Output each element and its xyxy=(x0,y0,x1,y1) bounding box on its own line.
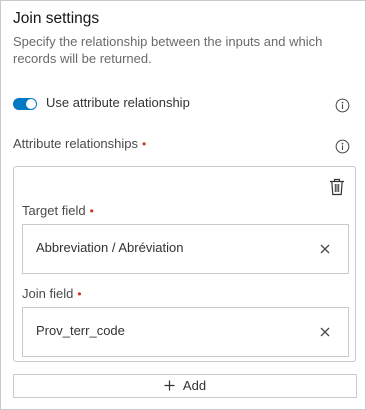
add-button-label: Add xyxy=(182,378,207,393)
toggle-label[interactable]: Use attribute relationship xyxy=(46,95,190,110)
required-marker: • xyxy=(142,137,147,151)
join-settings-panel: Join settings Specify the relationship b… xyxy=(0,0,366,410)
attribute-relationships-label: Attribute relationships • xyxy=(13,136,146,151)
switch-knob xyxy=(26,99,36,109)
info-icon[interactable] xyxy=(335,98,350,113)
join-field-value: Prov_terr_code xyxy=(36,323,125,338)
add-button-content: Add xyxy=(14,378,356,393)
attribute-relationship-toggle-row: Use attribute relationship xyxy=(13,95,353,113)
attribute-relationships-text: Attribute relationships xyxy=(13,136,139,151)
join-field-select[interactable]: Prov_terr_code xyxy=(22,307,349,357)
section-title: Join settings xyxy=(13,10,100,27)
clear-icon[interactable] xyxy=(320,244,330,254)
target-field-label-text: Target field xyxy=(22,203,86,218)
join-field-label: Join field • xyxy=(22,286,82,301)
attribute-relationship-switch[interactable] xyxy=(13,98,37,110)
section-description: Specify the relationship between the inp… xyxy=(13,34,323,66)
trash-icon[interactable] xyxy=(329,178,345,196)
add-button[interactable]: Add xyxy=(13,374,357,398)
clear-icon[interactable] xyxy=(320,327,330,337)
target-field-value: Abbreviation / Abréviation xyxy=(36,240,184,255)
required-marker: • xyxy=(89,204,94,218)
target-field-label: Target field • xyxy=(22,203,94,218)
plus-icon xyxy=(164,380,175,391)
required-marker: • xyxy=(77,287,82,301)
relationship-card: Target field • Abbreviation / Abréviation… xyxy=(13,166,356,362)
info-icon[interactable] xyxy=(335,139,350,154)
join-field-label-text: Join field xyxy=(22,286,74,301)
target-field-select[interactable]: Abbreviation / Abréviation xyxy=(22,224,349,274)
